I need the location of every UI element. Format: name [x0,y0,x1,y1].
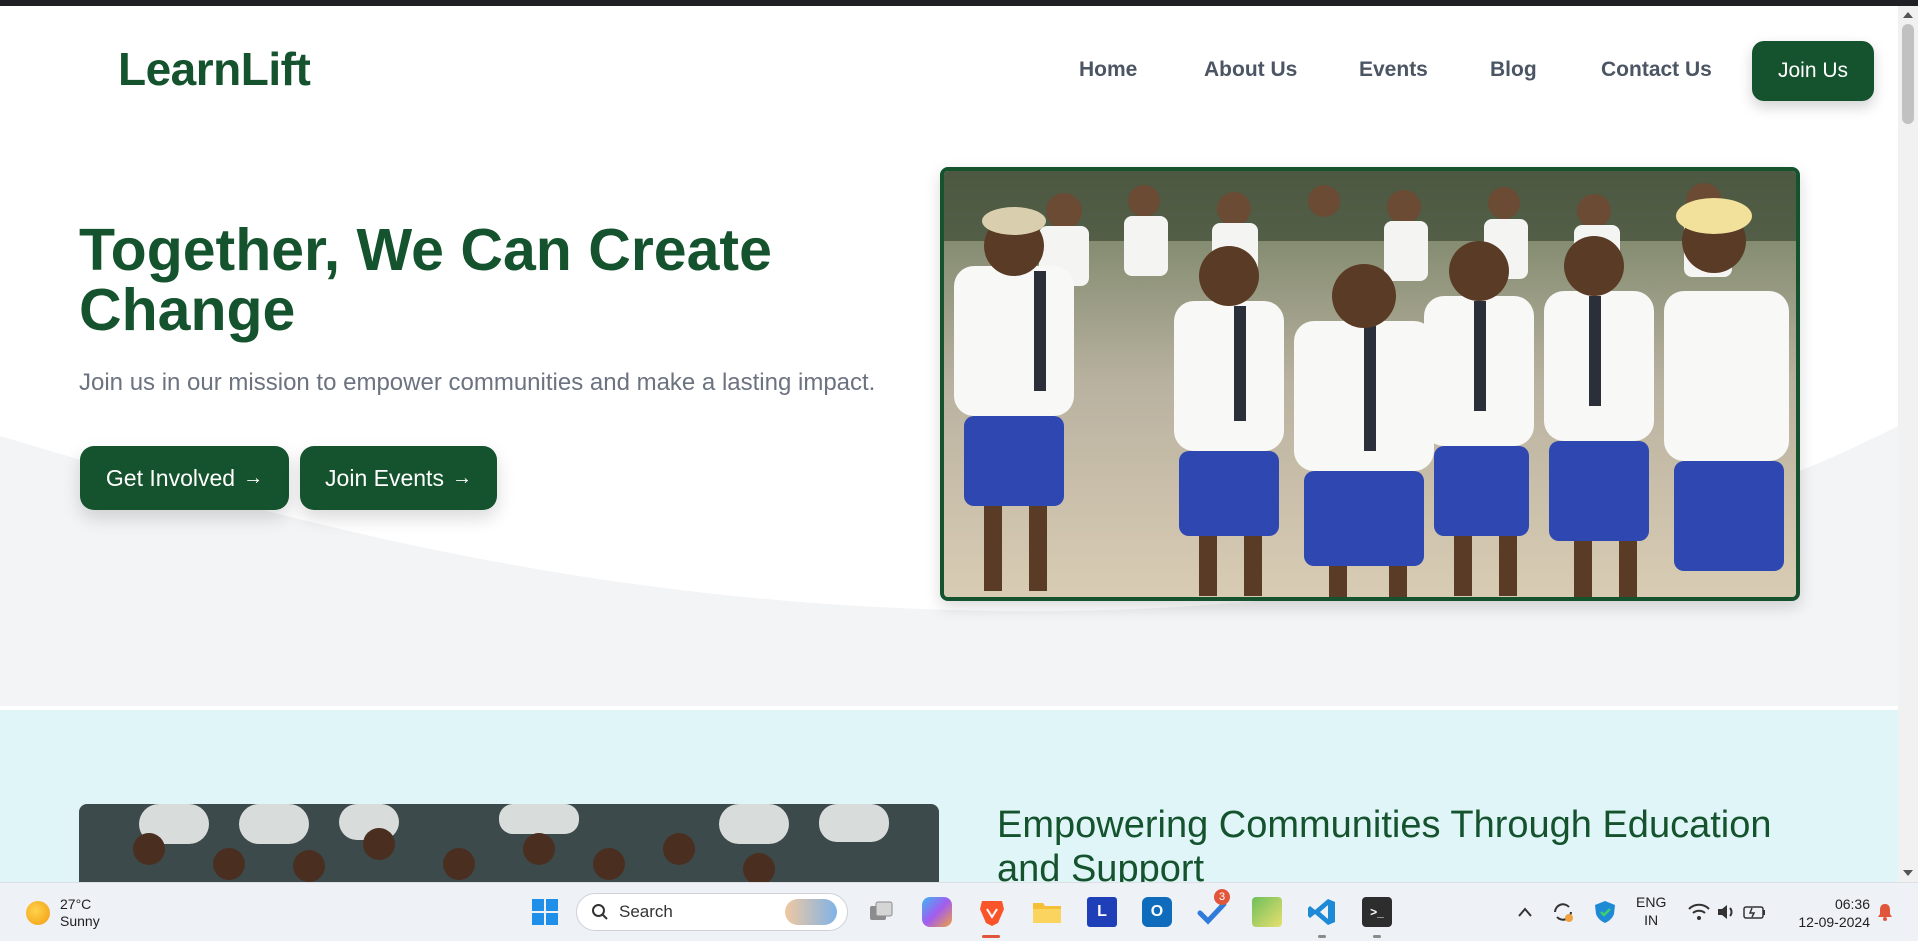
search-placeholder: Search [619,902,673,921]
language-code: ENG [1636,894,1667,910]
scroll-up-arrow-icon[interactable] [1903,12,1913,18]
windows-taskbar: 27°C Sunny Search L O 3 >_ ENG IN 06:36 … [0,882,1918,941]
sunny-icon [26,901,50,925]
nav-blog[interactable]: Blog [1490,58,1537,82]
brave-browser-icon[interactable] [977,897,1007,927]
hero-subtitle: Join us in our mission to empower commun… [79,369,876,396]
weather-widget[interactable]: 27°C Sunny [26,896,100,930]
weather-temp: 27°C [60,896,92,912]
page-scrollbar[interactable] [1898,6,1918,882]
search-icon [592,904,608,920]
clock-date: 12-09-2024 [1798,914,1870,930]
search-highlight-icon [785,899,837,925]
copilot-icon[interactable] [922,897,952,927]
notepad-icon[interactable] [1252,897,1282,927]
language-indicator[interactable]: ENG IN [1636,893,1666,929]
l-app-icon[interactable]: L [1087,897,1117,927]
sync-icon[interactable] [1548,897,1578,927]
scroll-thumb[interactable] [1902,24,1914,124]
hero-title: Together, We Can Create Change [79,217,772,343]
outlook-icon[interactable]: O [1142,897,1172,927]
terminal-icon[interactable]: >_ [1362,897,1392,927]
hero-image [940,167,1800,601]
terminal-running-indicator [1373,935,1381,938]
chevron-up-icon[interactable] [1510,897,1540,927]
brave-active-indicator [982,935,1000,938]
task-view-icon[interactable] [866,897,896,927]
section-title: Empowering Communities Through Education… [997,804,1772,882]
get-involved-label: Get Involved [105,464,236,491]
arrow-right-icon: → [451,466,472,489]
nav-home[interactable]: Home [1079,58,1137,82]
join-events-label: Join Events [325,464,444,491]
notification-icon[interactable] [1870,897,1900,927]
join-us-button[interactable]: Join Us [1752,41,1874,101]
todo-badge: 3 [1214,889,1230,905]
wifi-icon[interactable] [1684,897,1714,927]
get-involved-button[interactable]: Get Involved → [80,446,289,510]
nav-contact-us[interactable]: Contact Us [1601,58,1712,82]
weather-desc: Sunny [60,913,100,929]
page-viewport: LearnLift Home About Us Events Blog Cont… [0,6,1898,882]
file-explorer-icon[interactable] [1032,897,1062,927]
nav-about-us[interactable]: About Us [1204,58,1297,82]
vscode-icon[interactable] [1307,897,1337,927]
taskbar-search-input[interactable]: Search [576,893,848,931]
windows-start-icon[interactable] [530,897,560,927]
join-events-button[interactable]: Join Events → [300,446,497,510]
battery-icon[interactable] [1740,897,1770,927]
defender-icon[interactable] [1590,897,1620,927]
site-logo[interactable]: LearnLift [118,42,311,96]
section-image [79,804,939,882]
arrow-right-icon: → [243,466,264,489]
nav-events[interactable]: Events [1359,58,1428,82]
vscode-running-indicator [1318,935,1326,938]
region-code: IN [1644,912,1659,928]
system-clock[interactable]: 06:36 12-09-2024 [1788,895,1870,931]
volume-icon[interactable] [1712,897,1742,927]
clock-time: 06:36 [1834,896,1870,912]
scroll-down-arrow-icon[interactable] [1903,870,1913,876]
